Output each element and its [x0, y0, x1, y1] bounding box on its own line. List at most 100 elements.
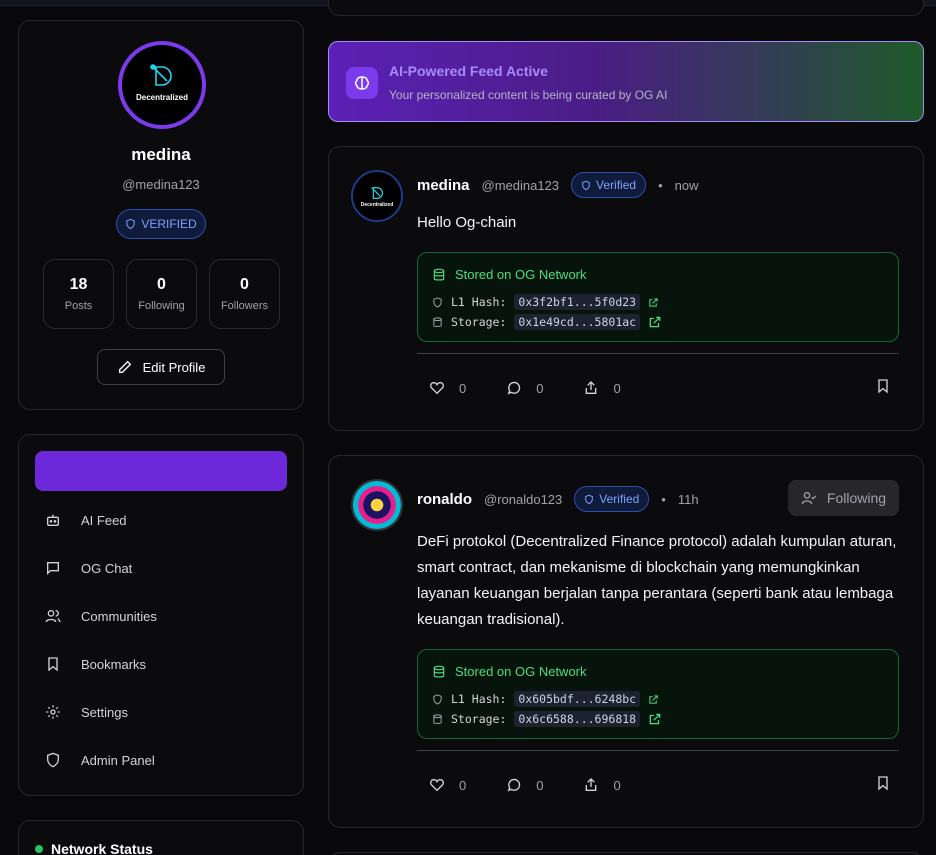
stat-label: Posts: [64, 300, 93, 312]
nav-primary-button[interactable]: [35, 451, 287, 491]
network-status-card: Network Status: [18, 820, 304, 855]
comment-button[interactable]: 0: [506, 380, 543, 396]
network-status-title: Network Status: [35, 841, 153, 855]
ai-feed-banner: AI-Powered Feed Active Your personalized…: [328, 41, 924, 122]
storage-hash-label: Storage:: [451, 315, 507, 329]
shield-icon: [585, 494, 594, 504]
bookmark-icon: [48, 657, 58, 672]
nav-item-label: Bookmarks: [81, 656, 147, 672]
previous-post-card: [328, 0, 924, 16]
database-icon: [433, 316, 442, 327]
stat-label: Following: [138, 300, 185, 312]
nav-item-og-chat[interactable]: OG Chat: [45, 556, 132, 580]
stat-following[interactable]: 0 Following: [126, 259, 197, 329]
post-avatar-text: Decentralized: [360, 202, 394, 208]
share-count: 0: [613, 777, 621, 793]
comment-count: 0: [536, 380, 544, 396]
like-button[interactable]: 0: [429, 380, 466, 396]
post-actions: 0 0 0: [429, 378, 891, 398]
l1-hash-value: 0x3f2bf1...5f0d23: [514, 294, 641, 310]
separator: •: [661, 491, 666, 507]
verified-label: Verified: [599, 492, 640, 506]
shield-icon: [433, 693, 442, 705]
l1-hash-label: L1 Hash:: [451, 295, 507, 309]
storage-hash-row: Storage: 0x1e49cd...5801ac: [432, 314, 662, 330]
post-avatar[interactable]: [351, 479, 403, 531]
storage-hash-label: Storage:: [451, 712, 507, 726]
l1-hash-label: L1 Hash:: [451, 692, 507, 706]
following-button[interactable]: Following: [788, 480, 899, 516]
share-icon: [586, 381, 597, 394]
separator: •: [658, 177, 663, 193]
pencil-icon: [118, 360, 131, 373]
l1-hash-row: L1 Hash: 0x605bdf...6248bc: [432, 691, 659, 707]
stat-label: Followers: [220, 300, 269, 312]
post-author-name[interactable]: ronaldo: [417, 491, 472, 508]
logo-icon: [371, 187, 383, 199]
stat-posts[interactable]: 18 Posts: [43, 259, 114, 329]
nav-item-settings[interactable]: Settings: [45, 700, 128, 724]
message-square-icon: [47, 562, 59, 575]
external-link-icon[interactable]: [648, 694, 659, 705]
edit-profile-button[interactable]: Edit Profile: [97, 349, 225, 385]
post-actions: 0 0 0: [429, 775, 891, 795]
share-count: 0: [613, 380, 621, 396]
external-link-icon[interactable]: [648, 297, 659, 308]
like-button[interactable]: 0: [429, 777, 466, 793]
post-card: Decentralized medina @medina123 Verified…: [328, 146, 924, 431]
nav-item-bookmarks[interactable]: Bookmarks: [45, 652, 146, 676]
bookmark-button[interactable]: [875, 775, 891, 796]
divider: [417, 750, 899, 751]
share-button[interactable]: 0: [583, 380, 621, 396]
storage-title: Stored on OG Network: [432, 267, 587, 282]
post-body: DeFi protokol (Decentralized Finance pro…: [417, 533, 897, 628]
profile-handle: @medina123: [122, 177, 200, 192]
divider: [417, 353, 899, 354]
like-count: 0: [459, 777, 467, 793]
nav-item-communities[interactable]: Communities: [45, 604, 157, 628]
nav-item-admin-panel[interactable]: Admin Panel: [45, 748, 155, 772]
storage-hash-value: 0x6c6588...696818: [514, 711, 641, 727]
storage-hash-row: Storage: 0x6c6588...696818: [432, 711, 662, 727]
bot-icon: [47, 514, 59, 526]
bookmark-button[interactable]: [875, 378, 891, 399]
nav-item-ai-feed[interactable]: AI Feed: [45, 508, 127, 532]
network-title-text: Network Status: [51, 841, 153, 855]
nav-item-label: AI Feed: [81, 512, 127, 528]
stat-value: 0: [240, 276, 249, 293]
external-link-icon[interactable]: [648, 712, 662, 726]
edit-profile-label: Edit Profile: [142, 359, 206, 375]
post-author-name[interactable]: medina: [417, 177, 470, 194]
post-author-handle: @ronaldo123: [484, 491, 563, 507]
comment-count: 0: [536, 777, 544, 793]
verified-badge: Verified: [574, 486, 650, 512]
post-card: ronaldo @ronaldo123 Verified • 11h Follo…: [328, 455, 924, 828]
nav-item-label: Admin Panel: [81, 752, 155, 768]
storage-hash-value: 0x1e49cd...5801ac: [514, 314, 641, 330]
comment-button[interactable]: 0: [506, 777, 543, 793]
storage-title-text: Stored on OG Network: [455, 267, 587, 282]
verified-label: VERIFIED: [141, 217, 197, 231]
nav-item-label: Settings: [81, 704, 128, 720]
database-icon: [433, 665, 445, 678]
l1-hash-value: 0x605bdf...6248bc: [514, 691, 641, 707]
stat-followers[interactable]: 0 Followers: [209, 259, 280, 329]
storage-title-text: Stored on OG Network: [455, 664, 587, 679]
profile-name: medina: [131, 145, 191, 164]
verified-badge: Verified: [571, 172, 647, 198]
stat-value: 0: [157, 276, 166, 293]
share-button[interactable]: 0: [583, 777, 621, 793]
storage-box: Stored on OG Network L1 Hash: 0x605bdf..…: [417, 649, 899, 739]
post-body: Hello Og-chain: [417, 214, 517, 231]
post-avatar[interactable]: Decentralized: [351, 170, 403, 222]
external-link-icon[interactable]: [648, 315, 662, 329]
like-count: 0: [459, 380, 467, 396]
post-time: now: [674, 177, 699, 193]
gear-icon: [46, 705, 60, 719]
status-dot: [35, 845, 43, 853]
profile-avatar[interactable]: Decentralized: [118, 41, 206, 129]
nav-card: AI Feed OG Chat Communities Bookmarks Se…: [18, 434, 304, 796]
heart-icon: [430, 381, 444, 395]
nav-item-label: Communities: [81, 608, 157, 624]
post-header: medina @medina123 Verified • now: [417, 172, 699, 198]
